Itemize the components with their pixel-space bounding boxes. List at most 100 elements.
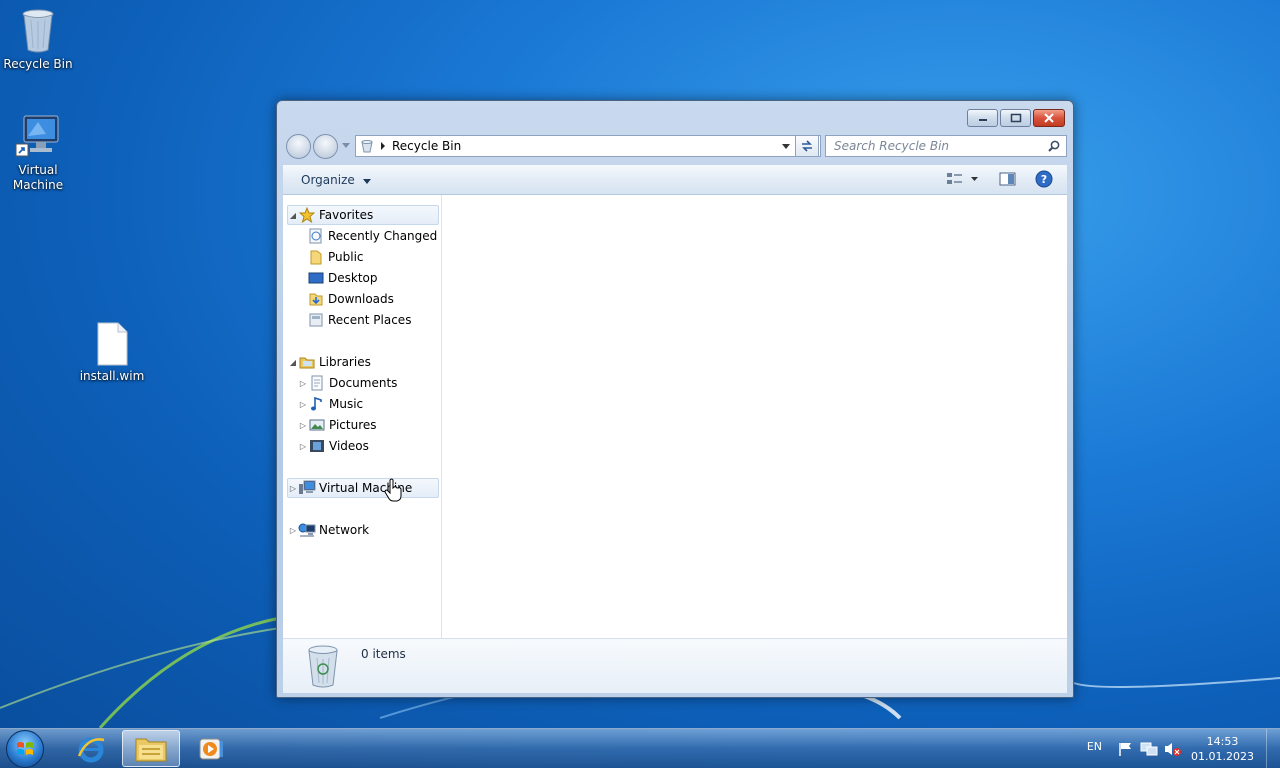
star-icon [298,206,316,224]
navigation-pane: ◢ Favorites Recently Changed Public Desk… [283,195,442,639]
window-controls [967,109,1065,127]
forward-button[interactable] [313,134,338,159]
taskbar-media-player[interactable] [182,730,240,767]
network-tray-icon[interactable] [1140,741,1158,757]
computer-shortcut-icon [15,115,59,157]
nav-item-label: Downloads [328,292,394,306]
nav-item-music[interactable]: ▷ Music [298,394,363,414]
nav-item-recently-changed[interactable]: Recently Changed [307,226,437,246]
search-box[interactable]: Search Recycle Bin [825,135,1067,157]
videos-icon [308,437,326,455]
media-player-icon [199,738,223,759]
search-placeholder: Search Recycle Bin [834,139,950,153]
nav-item-public[interactable]: Public [307,247,364,267]
address-bar[interactable]: Recycle Bin [355,135,821,157]
network-icon [298,521,316,539]
show-desktop-button[interactable] [1266,729,1280,768]
breadcrumb-arrow-icon[interactable] [380,142,386,150]
nav-libraries-label: Libraries [319,355,371,369]
nav-item-recent-places[interactable]: Recent Places [307,310,411,330]
chevron-down-icon [362,179,371,184]
maximize-button[interactable] [1000,109,1031,127]
notification-area: EN 14:53 01.01.2023 [1080,729,1280,768]
internet-explorer-icon [77,737,105,762]
desktop-icon-label: Virtual Machine [12,163,64,192]
windows-logo-icon [17,742,33,755]
nav-item-downloads[interactable]: Downloads [307,289,394,309]
desktop-recycle-bin[interactable]: Recycle Bin [0,6,76,72]
nav-item-label: Public [328,250,364,264]
nav-libraries[interactable]: ◢ Libraries [288,352,371,372]
nav-network[interactable]: ▷ Network [288,520,369,540]
minimize-icon [978,119,987,121]
explorer-folder-icon [135,738,167,761]
expand-arrow-icon[interactable]: ▷ [288,484,298,493]
navigation-bar: Recycle Bin Search Recycle Bin [285,134,1067,159]
libraries-icon [298,353,316,371]
clock-date: 01.01.2023 [1191,750,1254,763]
music-icon [308,395,326,413]
file-list-area[interactable] [443,195,1067,638]
nav-item-label: Documents [329,376,398,390]
expand-arrow-icon[interactable]: ▷ [298,442,308,451]
clock[interactable]: 14:53 01.01.2023 [1191,734,1254,764]
help-icon[interactable]: ? [1035,170,1053,188]
preview-pane-icon[interactable] [999,171,1017,187]
back-button[interactable] [286,134,311,159]
folder-icon [307,248,325,266]
change-view-icon[interactable] [945,171,981,187]
refresh-button[interactable] [795,135,819,157]
expand-arrow-icon[interactable]: ▷ [298,421,308,430]
nav-item-label: Desktop [328,271,378,285]
address-dropdown-icon[interactable] [782,144,790,150]
taskbar-windows-explorer[interactable] [122,730,180,767]
svg-text:?: ? [1041,173,1047,186]
minimize-button[interactable] [967,109,998,127]
explorer-window[interactable]: Recycle Bin Search Recycle Bin Organize [276,100,1074,698]
organize-button[interactable]: Organize [301,173,371,187]
computer-icon [298,479,316,497]
taskbar-internet-explorer[interactable] [62,730,120,767]
recycle-bin-icon [22,9,54,53]
collapse-arrow-icon[interactable]: ◢ [288,358,298,367]
action-center-flag-icon[interactable] [1118,742,1134,756]
desktop-virtual-machine[interactable]: Virtual Machine [0,114,76,193]
expand-arrow-icon[interactable]: ▷ [298,379,308,388]
nav-virtual-machine[interactable]: ▷ Virtual Machine [287,478,439,498]
organize-label: Organize [301,173,355,187]
downloads-folder-icon [307,290,325,308]
desktop-install-wim[interactable]: install.wim [74,322,150,384]
maximize-icon [1010,113,1021,123]
file-icon [97,322,128,366]
recent-pages-chevron-icon[interactable] [342,143,350,149]
refresh-icon [802,140,812,152]
nav-item-videos[interactable]: ▷ Videos [298,436,369,456]
nav-item-documents[interactable]: ▷ Documents [298,373,397,393]
nav-item-label: Pictures [329,418,377,432]
nav-item-label: Videos [329,439,369,453]
nav-item-desktop[interactable]: Desktop [307,268,378,288]
recycle-bin-large-icon [308,645,338,688]
clock-time: 14:53 [1206,735,1239,748]
details-pane: 0 items [283,639,1067,693]
volume-muted-icon[interactable] [1164,741,1182,757]
expand-arrow-icon[interactable]: ▷ [298,400,308,409]
recycle-bin-small-icon [361,140,373,153]
expand-arrow-icon[interactable]: ▷ [288,526,298,535]
desktop-icon [307,269,325,287]
nav-network-label: Network [319,523,370,537]
collapse-arrow-icon[interactable]: ◢ [288,211,298,220]
nav-item-label: Recent Places [328,313,412,327]
close-icon [1044,113,1054,123]
recently-changed-icon [307,227,325,245]
nav-favorites-label: Favorites [319,208,374,222]
pictures-icon [308,416,326,434]
start-button[interactable] [6,730,44,768]
recent-places-icon [307,311,325,329]
search-icon[interactable] [1048,140,1060,152]
breadcrumb-recycle-bin[interactable]: Recycle Bin [392,139,461,153]
nav-favorites[interactable]: ◢ Favorites [287,205,439,225]
nav-item-pictures[interactable]: ▷ Pictures [298,415,377,435]
language-indicator[interactable]: EN [1087,740,1102,753]
close-button[interactable] [1033,109,1065,127]
